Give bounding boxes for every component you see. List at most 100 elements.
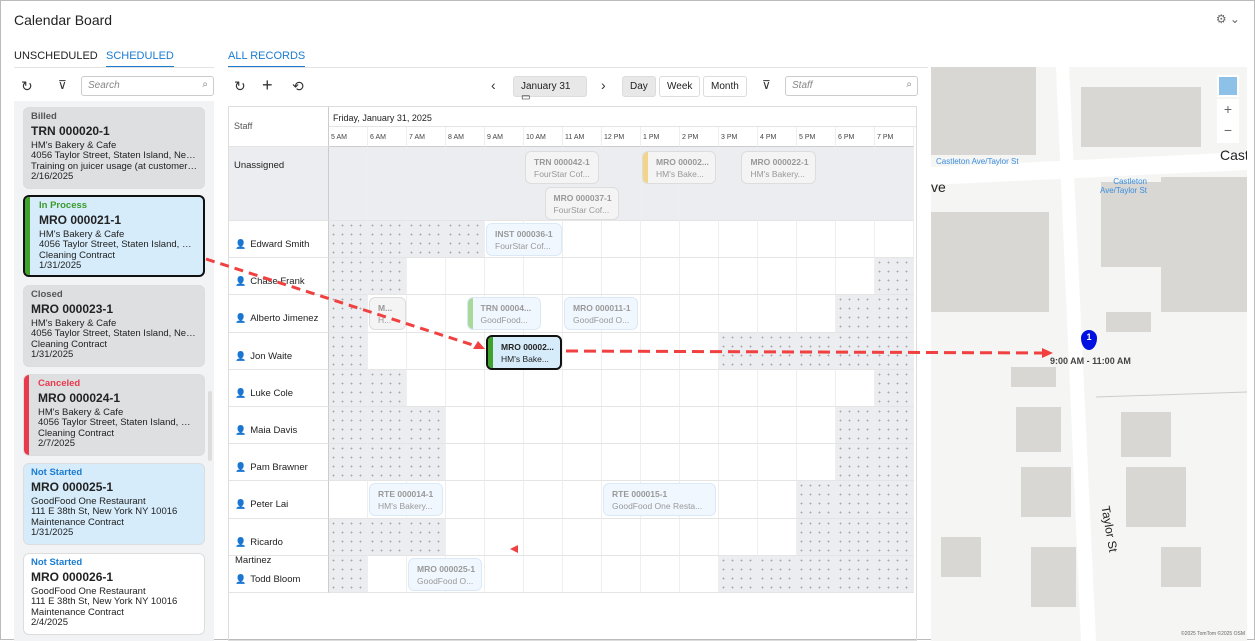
unavailable-cell[interactable] [329,555,368,593]
unavailable-cell[interactable] [875,555,914,593]
map-layer-toggle[interactable] [1217,75,1239,97]
staff-row-label[interactable]: 👤 Luke Cole [229,369,329,407]
grid-cell[interactable] [836,369,875,407]
event-block[interactable]: MRO 000025-1 GoodFood O... [408,557,483,591]
grid-cell[interactable] [446,518,485,556]
unavailable-cell[interactable] [329,221,368,259]
unavailable-cell[interactable] [329,444,368,482]
staff-row-label[interactable]: 👤 Edward Smith [229,221,329,259]
grid-cell[interactable] [680,221,719,259]
schedule-card[interactable]: Not Started MRO 000025-1 GoodFood One Rest… [23,463,205,545]
grid-cell[interactable] [719,258,758,296]
unavailable-cell[interactable] [836,332,875,370]
unavailable-cell[interactable] [368,221,407,259]
event-block[interactable]: MRO 000037-1 FourStar Cof... [544,187,619,220]
unavailable-cell[interactable] [797,555,836,593]
grid-cell[interactable] [485,147,524,221]
unavailable-cell[interactable] [797,332,836,370]
schedule-card[interactable]: Canceled MRO 000024-1 HM's Bakery & Cafe 40… [23,374,205,456]
grid-cell[interactable] [602,258,641,296]
grid-cell[interactable] [641,332,680,370]
grid-cell[interactable] [368,332,407,370]
staff-row-label[interactable]: 👤 Alberto Jimenez [229,295,329,333]
grid-cell[interactable] [719,481,758,519]
unavailable-cell[interactable] [836,444,875,482]
search-input[interactable]: Search ⌕ [81,76,214,96]
grid-cell[interactable] [875,221,914,259]
grid-cell[interactable] [563,369,602,407]
grid-cell[interactable] [641,258,680,296]
grid-cell[interactable] [758,258,797,296]
grid-cell[interactable] [680,407,719,445]
grid-cell[interactable] [680,295,719,333]
scrollbar[interactable] [208,391,212,461]
grid-cell[interactable] [641,295,680,333]
unavailable-cell[interactable] [407,518,446,556]
unavailable-cell[interactable] [875,369,914,407]
event-block[interactable]: MRO 00002... HM's Bake... [486,334,563,370]
grid-cell[interactable] [407,332,446,370]
grid-cell[interactable] [641,555,680,593]
refresh-icon[interactable]: ↻ [234,78,246,95]
grid-cell[interactable] [719,295,758,333]
unavailable-cell[interactable] [758,332,797,370]
grid-cell[interactable] [797,221,836,259]
grid-cell[interactable] [797,444,836,482]
grid-cell[interactable] [407,147,446,221]
unavailable-cell[interactable] [875,444,914,482]
grid-cell[interactable] [680,555,719,593]
grid-cell[interactable] [602,444,641,482]
grid-cell[interactable] [680,518,719,556]
grid-cell[interactable] [329,481,368,519]
event-block[interactable]: INST 000036-1 FourStar Cof... [486,223,563,256]
view-month-button[interactable]: Month [703,76,747,97]
chevron-left-icon[interactable]: ‹ [491,77,496,93]
grid-cell[interactable] [719,407,758,445]
grid-cell[interactable] [680,332,719,370]
grid-cell[interactable] [680,444,719,482]
scheduled-card-list[interactable]: Billed TRN 000020-1 HM's Bakery & Cafe 4056… [14,101,214,641]
unavailable-cell[interactable] [836,481,875,519]
unavailable-cell[interactable] [875,481,914,519]
grid-cell[interactable] [641,518,680,556]
filter-icon[interactable]: ⊽ [762,78,771,92]
grid-cell[interactable] [641,369,680,407]
staff-row-label[interactable]: 👤 Todd Bloom [229,555,329,593]
grid-cell[interactable] [758,444,797,482]
grid-cell[interactable] [485,518,524,556]
event-block[interactable]: RTE 000014-1 HM's Bakery... [369,483,444,517]
grid-cell[interactable] [368,147,407,221]
unavailable-cell[interactable] [368,518,407,556]
grid-cell[interactable] [524,258,563,296]
staff-row-label[interactable]: 👤 Ricardo Martinez [229,518,329,566]
grid-cell[interactable] [563,555,602,593]
refresh-icon[interactable]: ↻ [21,78,33,95]
grid-cell[interactable] [446,481,485,519]
unavailable-cell[interactable] [407,407,446,445]
gear-icon[interactable]: ⚙ ⌄ [1216,12,1240,26]
unavailable-cell[interactable] [758,555,797,593]
grid-cell[interactable] [719,518,758,556]
grid-cell[interactable] [446,407,485,445]
unavailable-cell[interactable] [329,369,368,407]
grid-cell[interactable] [485,555,524,593]
reset-icon[interactable]: ⟲ [292,78,304,95]
grid-cell[interactable] [719,369,758,407]
grid-cell[interactable] [563,481,602,519]
unavailable-cell[interactable] [407,221,446,259]
staff-row-label[interactable]: 👤 Pam Brawner [229,444,329,482]
grid-cell[interactable] [524,481,563,519]
grid-cell[interactable] [836,147,875,221]
grid-cell[interactable] [602,369,641,407]
unavailable-cell[interactable] [836,407,875,445]
view-day-button[interactable]: Day [622,76,656,97]
unavailable-cell[interactable] [329,407,368,445]
grid-cell[interactable] [446,444,485,482]
unavailable-cell[interactable] [875,295,914,333]
unavailable-cell[interactable] [446,221,485,259]
grid-cell[interactable] [758,481,797,519]
grid-cell[interactable] [875,147,914,221]
grid-cell[interactable] [407,258,446,296]
schedule-card[interactable]: Billed TRN 000020-1 HM's Bakery & Cafe 4056… [23,107,205,189]
grid-cell[interactable] [602,518,641,556]
